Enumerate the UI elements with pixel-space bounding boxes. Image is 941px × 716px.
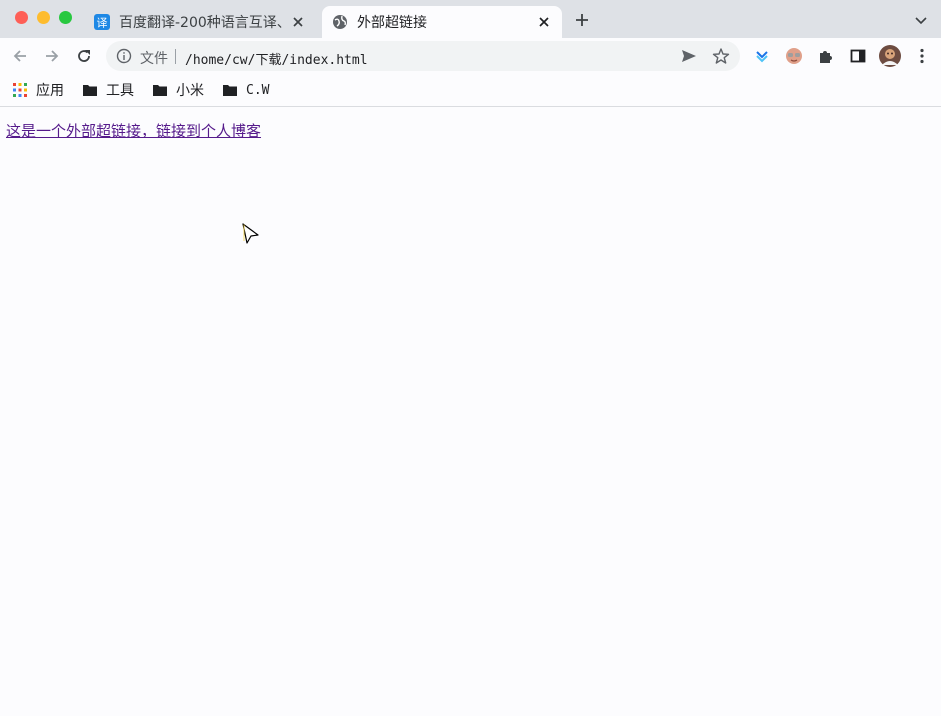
- minimize-window-button[interactable]: [37, 11, 50, 24]
- bookmark-folder-xiaomi[interactable]: 小米: [152, 80, 204, 100]
- tab-title: 外部超链接: [357, 15, 427, 31]
- reload-icon[interactable]: [75, 47, 93, 65]
- extension-face-icon[interactable]: [785, 47, 803, 65]
- bookmark-label: 工具: [106, 83, 134, 99]
- bookmark-label: C.W: [246, 82, 270, 98]
- external-blog-link[interactable]: 这是一个外部超链接，链接到个人博客: [6, 120, 261, 141]
- divider: [175, 49, 176, 64]
- chevron-down-icon[interactable]: [914, 13, 928, 27]
- bookmark-label: 应用: [36, 83, 64, 99]
- browser-window: 译 百度翻译-200种语言互译、 外部超链接 文件 /home/cw/下载/in…: [0, 0, 941, 716]
- close-window-button[interactable]: [15, 11, 28, 24]
- profile-avatar[interactable]: [879, 45, 901, 67]
- extensions-puzzle-icon[interactable]: [817, 47, 835, 65]
- bookmark-folder-cw[interactable]: C.W: [222, 80, 269, 100]
- folder-icon: [223, 85, 237, 96]
- info-icon[interactable]: [116, 48, 132, 64]
- extension-download-icon[interactable]: [753, 47, 771, 65]
- maximize-window-button[interactable]: [59, 11, 72, 24]
- page-content: 这是一个外部超链接，链接到个人博客: [0, 107, 941, 716]
- kebab-menu-icon[interactable]: [913, 47, 931, 65]
- folder-icon: [153, 85, 167, 96]
- forward-icon[interactable]: [43, 47, 61, 65]
- bookmarks-bar: 应用 工具 小米 C.W: [0, 74, 941, 107]
- bookmark-star-icon[interactable]: [712, 47, 730, 65]
- globe-icon: [333, 15, 347, 29]
- translate-icon: 译: [94, 14, 110, 30]
- svg-text:译: 译: [97, 17, 108, 30]
- url-text[interactable]: /home/cw/下载/index.html: [185, 49, 368, 68]
- back-icon[interactable]: [11, 47, 29, 65]
- tab-baidu-translate[interactable]: 译 百度翻译-200种语言互译、: [84, 6, 320, 38]
- toolbar: 文件 /home/cw/下载/index.html: [0, 38, 941, 74]
- apps-grid-icon: [13, 83, 27, 97]
- tab-strip: 译 百度翻译-200种语言互译、 外部超链接: [0, 0, 941, 38]
- mouse-pointer-icon: [242, 223, 259, 244]
- side-panel-icon[interactable]: [849, 47, 867, 65]
- bookmark-folder-tools[interactable]: 工具: [82, 80, 134, 100]
- folder-icon: [83, 85, 97, 96]
- close-tab-icon[interactable]: [290, 14, 306, 30]
- bookmark-label: 小米: [176, 83, 204, 99]
- bookmark-apps[interactable]: 应用: [12, 80, 64, 100]
- tab-external-link[interactable]: 外部超链接: [322, 6, 562, 38]
- close-tab-icon[interactable]: [536, 14, 552, 30]
- scheme-label: 文件: [140, 51, 168, 67]
- new-tab-icon[interactable]: [574, 12, 590, 28]
- address-bar[interactable]: 文件 /home/cw/下载/index.html: [106, 41, 740, 71]
- send-to-devices-icon[interactable]: [680, 48, 698, 64]
